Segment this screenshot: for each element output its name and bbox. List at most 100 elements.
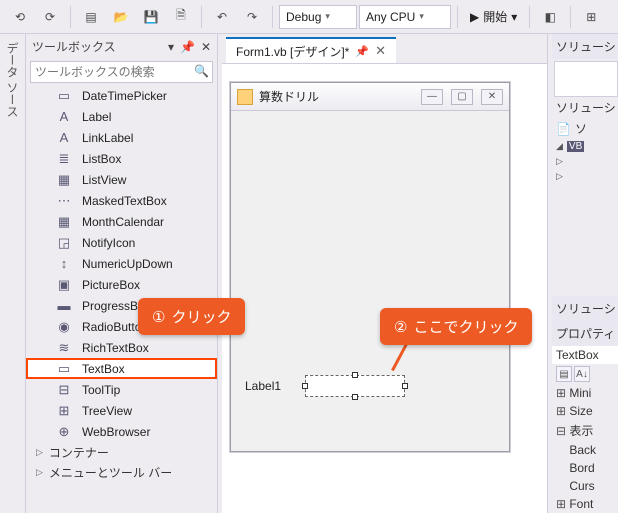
tool-label: ListBox <box>82 152 121 166</box>
toolbox-item-datetimepicker[interactable]: ▭DateTimePicker <box>26 85 217 106</box>
tool-label: PictureBox <box>82 278 140 292</box>
nav-back-button[interactable]: ⟲ <box>6 5 34 29</box>
minimize-icon: — <box>421 89 443 105</box>
resize-handle[interactable] <box>352 372 358 378</box>
toolbox-item-richtextbox[interactable]: ≋ RichTextBox <box>26 337 217 358</box>
toolbox-item-webbrowser[interactable]: ⊕WebBrowser <box>26 421 217 442</box>
property-row[interactable]: Back <box>552 441 618 459</box>
properties-object[interactable]: TextBox <box>552 346 618 364</box>
form-design-window[interactable]: 算数ドリル — ▢ ✕ Label1 <box>230 82 510 452</box>
config-dropdown[interactable]: Debug ▾ <box>279 5 357 29</box>
toolbar-button[interactable]: ⊞ <box>577 5 605 29</box>
chevron-down-icon: ▾ <box>325 11 330 22</box>
tab-form1-design[interactable]: Form1.vb [デザイン]* 📌 ✕ <box>226 37 396 63</box>
categorized-icon[interactable]: ▤ <box>556 366 572 382</box>
separator <box>70 6 71 28</box>
close-icon[interactable]: ✕ <box>375 43 386 59</box>
platform-label: Any CPU <box>366 10 415 24</box>
form-client-area[interactable]: Label1 <box>231 111 509 451</box>
callout-number: ② <box>394 318 407 336</box>
annotation-callout-2: ② ここでクリック <box>380 308 532 345</box>
solution-explorer-title: ソリューシ <box>552 34 618 59</box>
undo-button[interactable]: ↶ <box>208 5 236 29</box>
resize-handle[interactable] <box>402 383 408 389</box>
alpha-sort-icon[interactable]: A↓ <box>574 366 590 382</box>
property-row[interactable]: ⊞ Mini <box>552 384 618 402</box>
form-title: 算数ドリル <box>259 88 413 105</box>
solution-item[interactable]: 📄 ソ <box>552 118 618 139</box>
textbox-placement[interactable] <box>305 375 405 397</box>
solution-item[interactable]: ◢ VB <box>552 139 618 154</box>
toolbox-item-monthcalendar[interactable]: ▦MonthCalendar <box>26 211 217 232</box>
chevron-down-icon[interactable]: ▾ <box>168 40 174 54</box>
tool-icon: ▦ <box>56 214 72 230</box>
design-surface[interactable]: 算数ドリル — ▢ ✕ Label1 <box>222 64 547 513</box>
separator <box>457 6 458 28</box>
toolbox-item-listbox[interactable]: ≣ListBox <box>26 148 217 169</box>
search-icon: 🔍 <box>194 64 209 78</box>
expand-icon: ▷ <box>556 156 563 167</box>
solution-bottom-label: ソリューシ <box>552 296 618 321</box>
pin-icon[interactable]: 📌 <box>355 45 369 58</box>
property-row[interactable]: Curs <box>552 477 618 495</box>
toolbox-item-treeview[interactable]: ⊞TreeView <box>26 400 217 421</box>
resize-handle[interactable] <box>302 383 308 389</box>
form-titlebar: 算数ドリル — ▢ ✕ <box>231 83 509 111</box>
redo-button[interactable]: ↷ <box>238 5 266 29</box>
property-row[interactable]: ⊟ 表示 <box>552 420 618 441</box>
new-file-button[interactable]: ▤ <box>77 5 105 29</box>
right-column: ソリューシ ソリューシ 📄 ソ ◢ VB ▷ ▷ ソリューシ プロパティ Tex… <box>552 34 618 513</box>
form-icon <box>237 89 253 105</box>
label1-control[interactable]: Label1 <box>245 379 281 393</box>
tool-icon: ◉ <box>56 319 72 335</box>
toolbox-item-listview[interactable]: ▦ListView <box>26 169 217 190</box>
toolbox-item-picturebox[interactable]: ▣PictureBox <box>26 274 217 295</box>
toolbar-button[interactable]: ◧ <box>536 5 564 29</box>
group-label: メニューとツール バー <box>49 464 172 481</box>
expand-icon: ▷ <box>36 467 43 478</box>
solution-icon: 📄 <box>556 122 571 136</box>
expander-icon: ⊞ <box>556 386 566 400</box>
platform-dropdown[interactable]: Any CPU ▾ <box>359 5 451 29</box>
solution-item[interactable]: ▷ <box>552 169 618 184</box>
tool-icon: ◲ <box>56 235 72 251</box>
expand-icon: ◢ <box>556 141 563 152</box>
solution-item[interactable]: ▷ <box>552 154 618 169</box>
datasource-side-tab[interactable]: データ ソース <box>0 34 26 513</box>
chevron-down-icon: ▾ <box>511 10 517 24</box>
tool-icon: ⊕ <box>56 424 72 440</box>
nav-forward-button[interactable]: ⟳ <box>36 5 64 29</box>
start-debug-button[interactable]: ▶ 開始 ▾ <box>464 5 523 29</box>
property-row[interactable]: ⊞ Font <box>552 495 618 513</box>
search-input[interactable] <box>30 61 213 83</box>
toolbox-item-textbox[interactable]: ▭TextBox <box>26 358 217 379</box>
tool-label: RichTextBox <box>82 341 149 355</box>
tab-label: Form1.vb [デザイン]* <box>236 43 349 60</box>
toolbox-group[interactable]: ▷ メニューとツール バー <box>26 462 217 482</box>
top-toolbar: ⟲ ⟳ ▤ 📂 💾 🗎 ↶ ↷ Debug ▾ Any CPU ▾ ▶ 開始 ▾… <box>0 0 618 34</box>
open-file-button[interactable]: 📂 <box>107 5 135 29</box>
property-row[interactable]: Bord <box>552 459 618 477</box>
tool-icon: A <box>56 130 72 146</box>
callout-number: ① <box>152 308 165 326</box>
resize-handle[interactable] <box>352 394 358 400</box>
toolbox-item-linklabel[interactable]: ALinkLabel <box>26 127 217 148</box>
toolbox-item-numericupdown[interactable]: ↕NumericUpDown <box>26 253 217 274</box>
annotation-callout-1: ① クリック <box>138 298 245 335</box>
close-icon[interactable]: ✕ <box>201 40 211 54</box>
tool-icon: ≋ <box>56 340 72 356</box>
toolbox-group[interactable]: ▷コンテナー <box>26 442 217 462</box>
property-row[interactable]: ⊞ Size <box>552 402 618 420</box>
save-button[interactable]: 💾 <box>137 5 165 29</box>
toolbox-item-notifyicon[interactable]: ◲NotifyIcon <box>26 232 217 253</box>
pin-icon[interactable]: 📌 <box>180 40 195 54</box>
toolbox-item-tooltip[interactable]: ⊟ToolTip <box>26 379 217 400</box>
expander-icon: ⊞ <box>556 497 566 511</box>
toolbox-item-maskedtextbox[interactable]: ⋯MaskedTextBox <box>26 190 217 211</box>
properties-list: ⊞ Mini⊞ Size⊟ 表示 Back Bord Curs⊞ Font <box>552 384 618 513</box>
expand-icon: ▷ <box>36 447 43 458</box>
save-all-button[interactable]: 🗎 <box>167 5 195 29</box>
tool-icon: ↕ <box>56 256 72 272</box>
toolbox-item-label[interactable]: ALabel <box>26 106 217 127</box>
start-label: 開始 <box>483 8 507 25</box>
